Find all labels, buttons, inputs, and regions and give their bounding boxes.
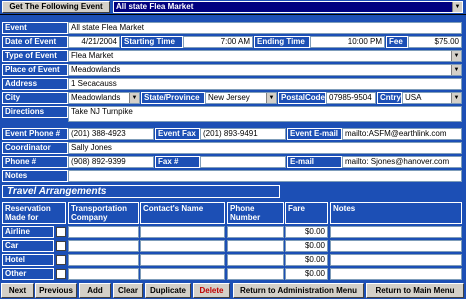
date-label: Date of Event [2,36,68,48]
car-company-field[interactable] [68,240,139,252]
postal-field[interactable]: 07985-9504 [326,92,376,104]
reservation-label-airline: Airline [2,226,54,238]
email-field[interactable]: mailto: Sjones@hanover.com [342,156,462,168]
event-select-value: All state Flea Market [116,2,194,11]
fee-label: Fee [386,36,408,48]
email-label: E-mail [287,156,342,168]
other-contact-field[interactable] [140,268,225,280]
airline-fare-field[interactable]: $0.00 [285,226,328,238]
phone-field[interactable]: (908) 892-9399 [68,156,154,168]
reservation-label-other: Other [2,268,54,280]
place-label: Place of Event [2,64,68,76]
airline-company-field[interactable] [68,226,139,238]
directions-label: Directions [2,106,68,118]
car-phone-field[interactable] [227,240,284,252]
country-value: USA [405,93,422,102]
start-label: Starting Time [121,36,183,48]
hotel-phone-field[interactable] [227,254,284,266]
travel-title: Travel Arrangements [2,185,280,198]
airline-contact-field[interactable] [140,226,225,238]
event-select[interactable]: All state Flea Market ▼ [113,1,463,13]
other-company-field[interactable] [68,268,139,280]
place-value: Meadowlands [71,65,121,74]
phone-label: Phone # [2,156,68,168]
notes-label: Notes [2,170,68,182]
place-select[interactable]: Meadowlands ▼ [68,64,462,76]
other-checkbox[interactable] [56,269,66,279]
event-label: Event [2,22,68,34]
chevron-down-icon[interactable]: ▼ [266,93,276,103]
address-label: Address [2,78,68,90]
coordinator-label: Coordinator [2,142,68,154]
car-notes-field[interactable] [330,240,462,252]
coordinator-field[interactable]: Sally Jones [68,142,462,154]
other-notes-field[interactable] [330,268,462,280]
next-button[interactable]: Next [1,283,34,298]
return-admin-button[interactable]: Return to Administration Menu [233,283,364,298]
fax-label: Fax # [155,156,200,168]
event-email-label: Event E-mail [287,128,342,140]
type-value: Flea Market [71,51,114,60]
reservation-label-car: Car [2,240,54,252]
clear-button[interactable]: Clear [113,283,143,298]
delete-button[interactable]: Delete [193,283,230,298]
hotel-notes-field[interactable] [330,254,462,266]
car-checkbox[interactable] [56,241,66,251]
country-select[interactable]: USA ▼ [402,92,462,104]
state-select[interactable]: New Jersey ▼ [205,92,277,104]
hotel-fare-field[interactable]: $0.00 [285,254,328,266]
hotel-contact-field[interactable] [140,254,225,266]
car-fare-field[interactable]: $0.00 [285,240,328,252]
hotel-company-field[interactable] [68,254,139,266]
return-main-button[interactable]: Return to Main Menu [366,283,464,298]
end-label: Ending Time [254,36,310,48]
event-field[interactable]: All state Flea Market [68,22,462,34]
postal-label: PostalCode [278,92,326,104]
type-select[interactable]: Flea Market ▼ [68,50,462,62]
contact-header: Contact's Name [140,202,225,224]
add-button[interactable]: Add [79,283,111,298]
previous-button[interactable]: Previous [35,283,77,298]
chevron-down-icon[interactable]: ▼ [451,51,461,61]
company-header: Transportation Company [68,202,139,224]
address-field[interactable]: 1 Secacauss [68,78,462,90]
reservation-label-hotel: Hotel [2,254,54,266]
notes-field[interactable] [68,170,462,182]
get-event-label: Get The Following Event [2,1,110,13]
chevron-down-icon[interactable]: ▼ [451,93,461,103]
event-email-field[interactable]: mailto:ASFM@earthlink.com [342,128,462,140]
type-label: Type of Event [2,50,68,62]
duplicate-button[interactable]: Duplicate [145,283,191,298]
state-value: New Jersey [208,93,250,102]
end-field[interactable]: 10:00 PM [310,36,385,48]
chevron-down-icon[interactable]: ▼ [129,93,139,103]
event-phone-field[interactable]: (201) 388-4923 [68,128,154,140]
car-contact-field[interactable] [140,240,225,252]
travel-notes-header: Notes [330,202,462,224]
fare-header: Fare [285,202,328,224]
directions-field[interactable]: Take NJ Turnpike [68,106,462,122]
event-fax-label: Event Fax [155,128,200,140]
chevron-down-icon[interactable]: ▼ [452,2,462,12]
start-field[interactable]: 7:00 AM [183,36,253,48]
other-fare-field[interactable]: $0.00 [285,268,328,280]
event-phone-label: Event Phone # [2,128,68,140]
airline-checkbox[interactable] [56,227,66,237]
event-fax-field[interactable]: (201) 893-9491 [200,128,286,140]
airline-phone-field[interactable] [227,226,284,238]
fee-field[interactable]: $75.00 [408,36,462,48]
city-label: City [2,92,68,104]
country-label: Cntry [377,92,402,104]
hotel-checkbox[interactable] [56,255,66,265]
city-select[interactable]: Meadowlands ▼ [68,92,140,104]
city-value: Meadowlands [71,93,121,102]
other-phone-field[interactable] [227,268,284,280]
phone-number-header: Phone Number [227,202,284,224]
fax-field[interactable] [200,156,286,168]
airline-notes-field[interactable] [330,226,462,238]
reservation-header: Reservation Made for [2,202,66,224]
chevron-down-icon[interactable]: ▼ [451,65,461,75]
date-field[interactable]: 4/21/2004 [68,36,120,48]
state-label: State/Province [141,92,205,104]
